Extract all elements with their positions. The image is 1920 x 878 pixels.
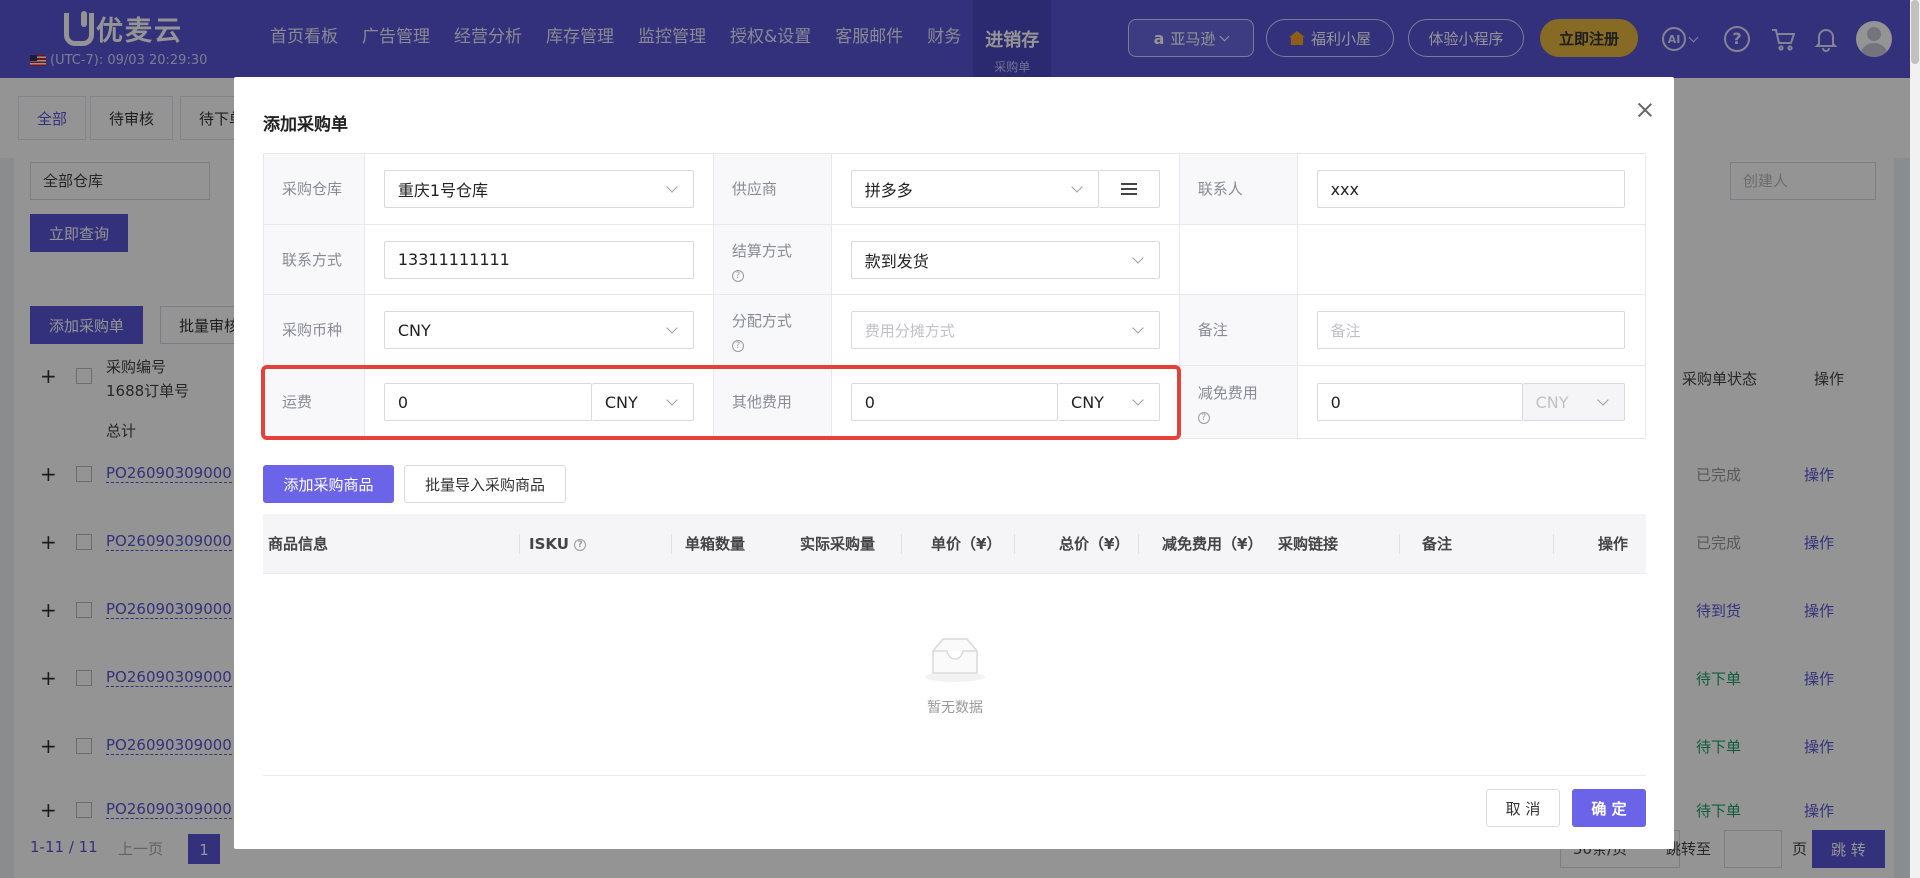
form-row: 运费 0 CNY 其他费用 0 CNY 减免费用? 0 CNY bbox=[264, 366, 1646, 439]
freight-currency-select[interactable]: CNY bbox=[591, 383, 694, 421]
chevron-down-icon bbox=[1070, 181, 1083, 193]
remark-label: 备注 bbox=[1179, 295, 1298, 365]
other-fee-label: 其他费用 bbox=[713, 366, 832, 438]
remark-input[interactable]: 备注 bbox=[1316, 311, 1625, 349]
supplier-select[interactable]: 拼多多 bbox=[850, 170, 1099, 208]
page-scrollbar[interactable] bbox=[1910, 0, 1920, 878]
chevron-down-icon bbox=[666, 181, 678, 193]
freight-currency-value: CNY bbox=[604, 392, 638, 412]
empty-state-text: 暂无数据 bbox=[927, 700, 983, 716]
purchase-order-form: 采购仓库 重庆1号仓库 供应商 拼多多 联系人 xxx 联系方式 1331111… bbox=[263, 153, 1646, 439]
th-unit-price: 单价（¥） bbox=[931, 535, 1002, 553]
discount-currency-select: CNY bbox=[1522, 383, 1625, 421]
chevron-down-icon bbox=[666, 394, 678, 406]
settlement-select[interactable]: 款到发货 bbox=[850, 240, 1160, 279]
freight-label: 运费 bbox=[264, 366, 365, 438]
supplier-value: 拼多多 bbox=[864, 181, 913, 200]
warehouse-select[interactable]: 重庆1号仓库 bbox=[383, 170, 694, 208]
other-fee-currency-select[interactable]: CNY bbox=[1058, 383, 1160, 421]
chevron-down-icon bbox=[1132, 251, 1144, 264]
chevron-down-icon bbox=[1132, 394, 1144, 406]
allocation-placeholder: 费用分摊方式 bbox=[864, 321, 955, 340]
currency-select[interactable]: CNY bbox=[383, 311, 694, 349]
discount-label-cell: 减免费用? bbox=[1179, 366, 1298, 438]
settlement-label-cell: 结算方式? bbox=[713, 225, 832, 294]
th-total-price: 总价（¥） bbox=[1059, 535, 1130, 553]
contact-label: 联系人 bbox=[1179, 154, 1298, 224]
import-goods-button[interactable]: 批量导入采购商品 bbox=[404, 465, 566, 503]
add-purchase-order-modal: 添加采购单 采购仓库 重庆1号仓库 供应商 拼多多 联系人 xxx 联系方式 1… bbox=[234, 77, 1674, 849]
freight-input[interactable]: 0 bbox=[383, 383, 592, 421]
th-discount: 减免费用（¥） bbox=[1162, 535, 1263, 553]
scrollbar-thumb[interactable] bbox=[1911, 0, 1919, 64]
form-row: 联系方式 13311111111 结算方式? 款到发货 bbox=[264, 225, 1646, 295]
form-row: 采购仓库 重庆1号仓库 供应商 拼多多 联系人 xxx bbox=[264, 154, 1646, 225]
chevron-down-icon bbox=[1132, 322, 1144, 334]
contact-input[interactable]: xxx bbox=[1316, 170, 1625, 208]
th-box-qty: 单箱数量 bbox=[685, 535, 746, 553]
th-product-info: 商品信息 bbox=[268, 535, 329, 553]
supplier-list-button[interactable] bbox=[1098, 170, 1160, 208]
phone-input[interactable]: 13311111111 bbox=[383, 240, 694, 279]
discount-label: 减免费用 bbox=[1197, 384, 1258, 402]
th-operations: 操作 bbox=[1598, 535, 1629, 553]
empty-box-icon bbox=[925, 638, 985, 682]
allocation-select[interactable]: 费用分摊方式 bbox=[850, 311, 1160, 349]
menu-icon bbox=[1120, 183, 1137, 195]
allocation-label-cell: 分配方式? bbox=[713, 295, 832, 365]
help-circle-icon[interactable]: ? bbox=[574, 538, 587, 551]
help-circle-icon[interactable]: ? bbox=[731, 269, 744, 282]
discount-currency-value: CNY bbox=[1535, 392, 1569, 412]
form-row: 采购币种 CNY 分配方式? 费用分摊方式 备注 备注 bbox=[264, 295, 1646, 366]
help-circle-icon[interactable]: ? bbox=[1197, 412, 1210, 424]
th-isku: ISKU ? bbox=[529, 514, 587, 574]
chevron-down-icon bbox=[666, 322, 678, 334]
close-icon[interactable] bbox=[1634, 99, 1656, 121]
other-fee-currency-value: CNY bbox=[1071, 392, 1104, 412]
allocation-label: 分配方式 bbox=[731, 312, 792, 330]
supplier-label: 供应商 bbox=[713, 154, 832, 224]
chevron-down-icon bbox=[1596, 394, 1609, 406]
currency-value: CNY bbox=[397, 320, 431, 340]
settlement-value: 款到发货 bbox=[864, 251, 929, 271]
help-circle-icon[interactable]: ? bbox=[731, 340, 744, 352]
warehouse-label: 采购仓库 bbox=[264, 154, 365, 224]
discount-input[interactable]: 0 bbox=[1316, 383, 1523, 421]
other-fee-input[interactable]: 0 bbox=[850, 383, 1059, 421]
confirm-button[interactable]: 确 定 bbox=[1572, 789, 1646, 827]
modal-title: 添加采购单 bbox=[263, 115, 348, 135]
footer-divider bbox=[263, 775, 1646, 776]
th-actual-qty: 实际采购量 bbox=[800, 535, 876, 553]
empty-value-cell bbox=[1298, 225, 1646, 294]
settlement-label: 结算方式 bbox=[731, 241, 792, 260]
cancel-button[interactable]: 取 消 bbox=[1486, 789, 1560, 827]
currency-label: 采购币种 bbox=[264, 295, 365, 365]
phone-label: 联系方式 bbox=[264, 225, 365, 294]
empty-label-cell bbox=[1179, 225, 1298, 294]
add-goods-button[interactable]: 添加采购商品 bbox=[263, 465, 394, 503]
th-remark: 备注 bbox=[1422, 535, 1453, 553]
goods-table-header: 商品信息 ISKU ? 单箱数量 实际采购量 单价（¥） 总价（¥） 减免费用（… bbox=[263, 514, 1646, 574]
warehouse-value: 重庆1号仓库 bbox=[397, 181, 489, 200]
th-purchase-link: 采购链接 bbox=[1278, 535, 1339, 553]
